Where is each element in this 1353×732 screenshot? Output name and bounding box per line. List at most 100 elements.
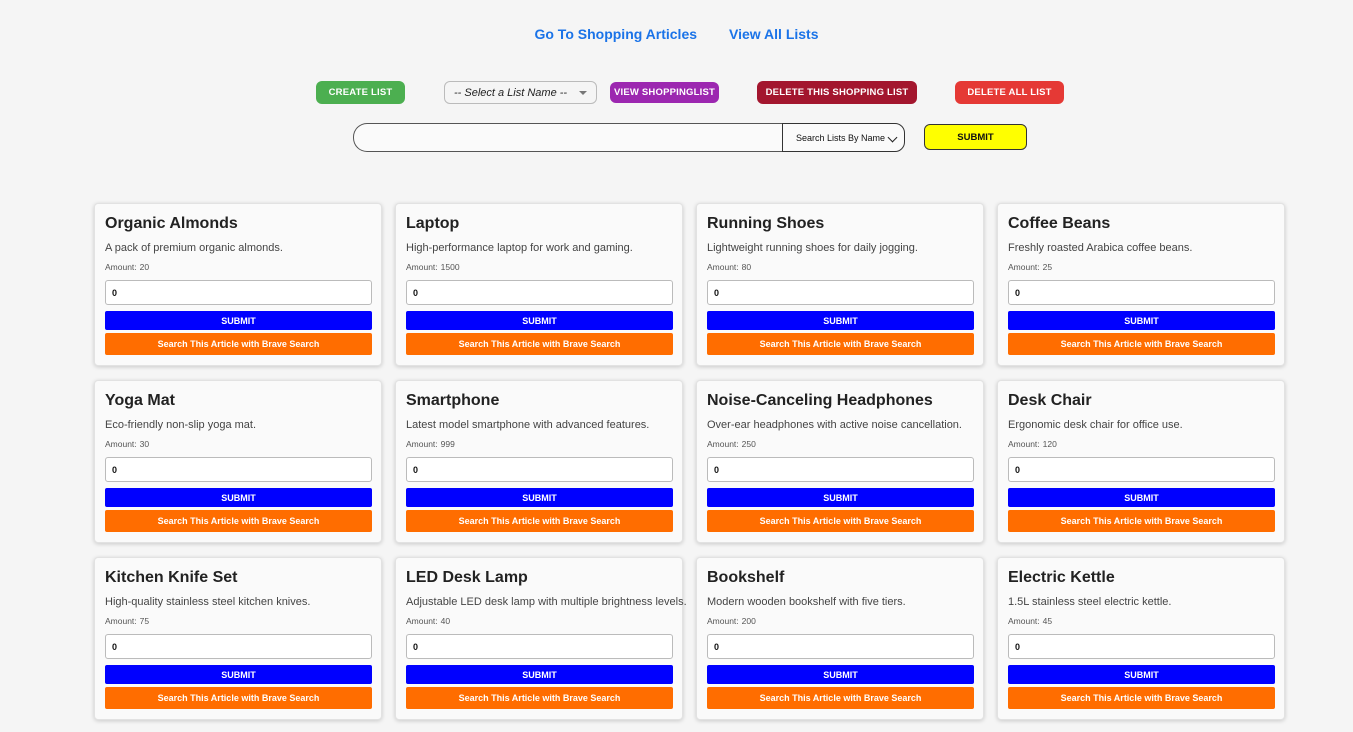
amount-value: 1500	[440, 262, 460, 272]
amount-value: 200	[741, 616, 756, 626]
article-amount: Amount: 30	[105, 439, 371, 449]
article-submit-button[interactable]: SUBMIT	[1008, 488, 1275, 507]
amount-label: Amount:	[105, 262, 137, 272]
delete-all-list-button[interactable]: DELETE ALL LIST	[955, 81, 1064, 104]
page: Go To Shopping Articles View All Lists C…	[0, 0, 1353, 732]
amount-label: Amount:	[707, 616, 739, 626]
article-title: LED Desk Lamp	[406, 569, 528, 586]
search-input[interactable]	[353, 123, 784, 152]
brave-search-button[interactable]: Search This Article with Brave Search	[707, 333, 974, 355]
quantity-input[interactable]: 0	[707, 634, 974, 659]
quantity-input[interactable]: 0	[707, 457, 974, 482]
brave-search-button[interactable]: Search This Article with Brave Search	[707, 687, 974, 709]
article-submit-button[interactable]: SUBMIT	[406, 665, 673, 684]
amount-value: 45	[1042, 616, 1053, 626]
article-description: 1.5L stainless steel electric kettle.	[1008, 596, 1172, 608]
brave-search-button[interactable]: Search This Article with Brave Search	[1008, 333, 1275, 355]
quantity-input[interactable]: 0	[1008, 634, 1275, 659]
list-name-select[interactable]: -- Select a List Name --	[444, 81, 597, 104]
article-submit-button[interactable]: SUBMIT	[105, 488, 372, 507]
amount-label: Amount:	[707, 262, 739, 272]
search-mode-select[interactable]: Search Lists By Name	[782, 123, 905, 152]
amount-value: 120	[1042, 439, 1057, 449]
amount-label: Amount:	[1008, 262, 1040, 272]
article-title: Running Shoes	[707, 215, 825, 232]
article-amount: Amount: 120	[1008, 439, 1274, 449]
amount-value: 30	[139, 439, 150, 449]
search-mode-value: Search Lists By Name	[796, 132, 886, 143]
article-title: Noise-Canceling Headphones	[707, 392, 933, 409]
quantity-input[interactable]: 0	[1008, 457, 1275, 482]
amount-value: 25	[1042, 262, 1053, 272]
quantity-input[interactable]: 0	[406, 280, 673, 305]
article-card: Noise-Canceling Headphones Over-ear headp…	[696, 380, 984, 543]
article-card: Coffee Beans Freshly roasted Arabica coff…	[997, 203, 1285, 366]
brave-search-button[interactable]: Search This Article with Brave Search	[1008, 510, 1275, 532]
article-title: Desk Chair	[1008, 392, 1092, 409]
brave-search-button[interactable]: Search This Article with Brave Search	[105, 510, 372, 532]
article-submit-button[interactable]: SUBMIT	[1008, 311, 1275, 330]
quantity-input[interactable]: 0	[707, 280, 974, 305]
amount-value: 250	[741, 439, 756, 449]
article-description: Lightweight running shoes for daily jogg…	[707, 242, 918, 254]
article-description: High-performance laptop for work and gam…	[406, 242, 633, 254]
article-title: Electric Kettle	[1008, 569, 1115, 586]
article-submit-button[interactable]: SUBMIT	[707, 488, 974, 507]
article-submit-button[interactable]: SUBMIT	[707, 665, 974, 684]
article-submit-button[interactable]: SUBMIT	[105, 665, 372, 684]
amount-value: 80	[741, 262, 752, 272]
brave-search-button[interactable]: Search This Article with Brave Search	[406, 333, 673, 355]
quantity-input[interactable]: 0	[1008, 280, 1275, 305]
article-title: Laptop	[406, 215, 460, 232]
article-amount: Amount: 80	[707, 262, 973, 272]
view-all-lists-link[interactable]: View All Lists	[729, 26, 818, 42]
article-description: Over-ear headphones with active noise ca…	[707, 419, 962, 431]
article-submit-button[interactable]: SUBMIT	[406, 311, 673, 330]
chevron-down-icon	[579, 91, 587, 95]
article-title: Organic Almonds	[105, 215, 238, 232]
amount-label: Amount:	[1008, 616, 1040, 626]
brave-search-button[interactable]: Search This Article with Brave Search	[105, 687, 372, 709]
article-submit-button[interactable]: SUBMIT	[105, 311, 372, 330]
amount-label: Amount:	[707, 439, 739, 449]
amount-label: Amount:	[406, 439, 438, 449]
quantity-input[interactable]: 0	[105, 634, 372, 659]
article-submit-button[interactable]: SUBMIT	[707, 311, 974, 330]
amount-value: 999	[440, 439, 455, 449]
search-submit-button[interactable]: SUBMIT	[924, 124, 1027, 150]
brave-search-button[interactable]: Search This Article with Brave Search	[707, 510, 974, 532]
article-card: Running Shoes Lightweight running shoes f…	[696, 203, 984, 366]
article-card: Kitchen Knife Set High-quality stainless …	[94, 557, 382, 720]
top-nav: Go To Shopping Articles View All Lists	[0, 26, 1353, 42]
article-card: Desk Chair Ergonomic desk chair for offic…	[997, 380, 1285, 543]
article-amount: Amount: 999	[406, 439, 672, 449]
brave-search-button[interactable]: Search This Article with Brave Search	[105, 333, 372, 355]
article-title: Yoga Mat	[105, 392, 175, 409]
article-card: Organic Almonds A pack of premium organic…	[94, 203, 382, 366]
article-card: Yoga Mat Eco-friendly non-slip yoga mat. A…	[94, 380, 382, 543]
brave-search-button[interactable]: Search This Article with Brave Search	[406, 510, 673, 532]
brave-search-button[interactable]: Search This Article with Brave Search	[406, 687, 673, 709]
article-description: Latest model smartphone with advanced fe…	[406, 419, 650, 431]
view-shoppinglist-button[interactable]: VIEW SHOPPINGLIST	[610, 82, 719, 103]
quantity-input[interactable]: 0	[105, 280, 372, 305]
amount-value: 75	[139, 616, 150, 626]
create-list-button[interactable]: CREATE LIST	[316, 81, 405, 104]
article-submit-button[interactable]: SUBMIT	[406, 488, 673, 507]
amount-label: Amount:	[406, 262, 438, 272]
amount-label: Amount:	[406, 616, 438, 626]
article-description: Freshly roasted Arabica coffee beans.	[1008, 242, 1193, 254]
article-description: A pack of premium organic almonds.	[105, 242, 283, 254]
brave-search-button[interactable]: Search This Article with Brave Search	[1008, 687, 1275, 709]
article-amount: Amount: 1500	[406, 262, 672, 272]
quantity-input[interactable]: 0	[406, 457, 673, 482]
article-title: Coffee Beans	[1008, 215, 1111, 232]
article-amount: Amount: 20	[105, 262, 371, 272]
list-name-select-value: -- Select a List Name --	[454, 86, 568, 99]
delete-shopping-list-button[interactable]: DELETE THIS SHOPPING LIST	[757, 81, 917, 104]
quantity-input[interactable]: 0	[105, 457, 372, 482]
shopping-articles-link[interactable]: Go To Shopping Articles	[534, 26, 697, 42]
amount-label: Amount:	[105, 616, 137, 626]
quantity-input[interactable]: 0	[406, 634, 673, 659]
article-submit-button[interactable]: SUBMIT	[1008, 665, 1275, 684]
